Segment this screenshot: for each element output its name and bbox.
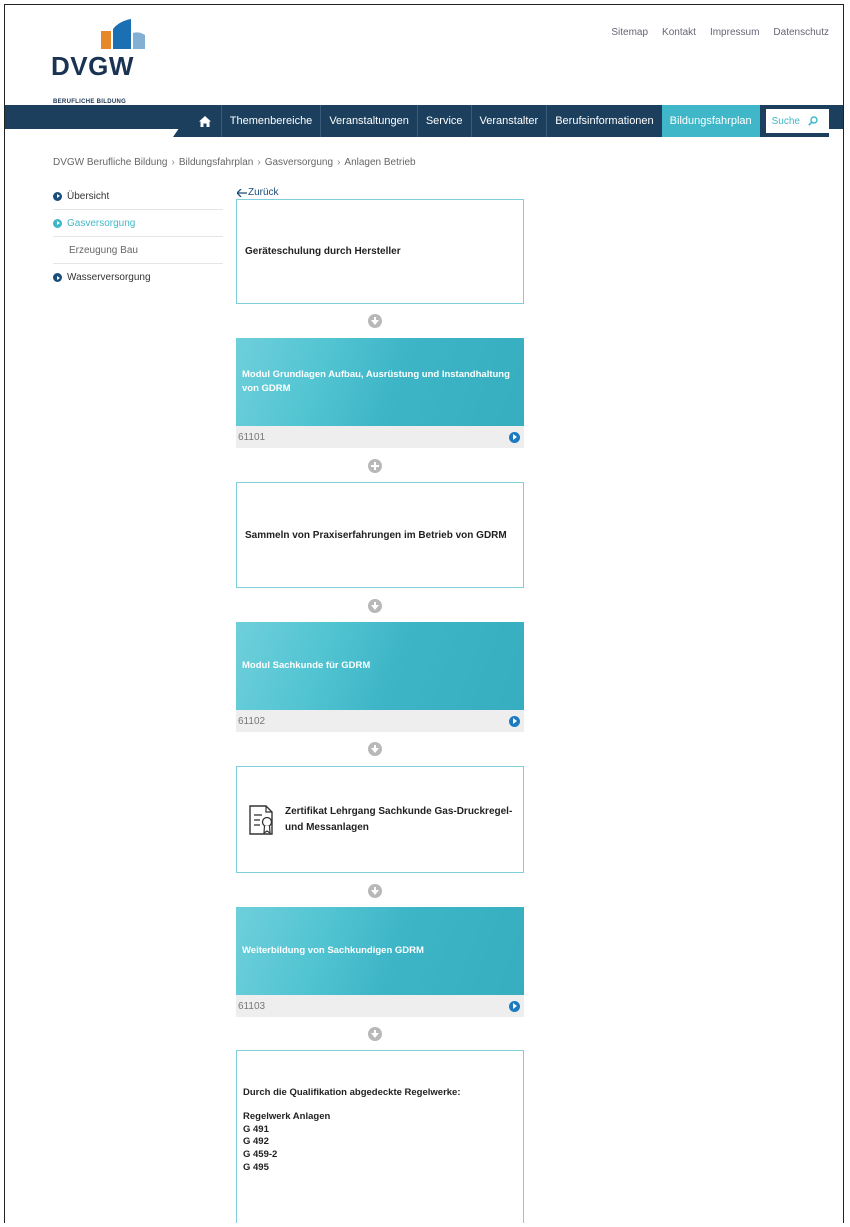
step-title: Geräteschulung durch Hersteller <box>245 246 401 257</box>
nav-themenbereiche[interactable]: Themenbereiche <box>220 105 321 137</box>
back-label: Zurück <box>248 187 279 198</box>
chevron-right-icon <box>53 273 62 282</box>
regelwerk-item: G 459-2 <box>243 1149 278 1161</box>
sidebar: Übersicht Gasversorgung Erzeugung Bau Wa… <box>53 183 223 291</box>
arrow-down-icon <box>368 742 382 756</box>
search-label: Suche <box>771 115 800 127</box>
certificate-title: Zertifikat Lehrgang Sachkunde Gas-Druckr… <box>285 806 513 833</box>
nav-veranstalter[interactable]: Veranstalter <box>470 105 547 137</box>
arrow-down-icon <box>368 884 382 898</box>
sidebar-item-gasversorgung[interactable]: Gasversorgung <box>53 210 223 237</box>
breadcrumb-item[interactable]: DVGW Berufliche Bildung <box>53 157 168 168</box>
kontakt-link[interactable]: Kontakt <box>662 27 696 38</box>
module-code: 61101 <box>238 431 266 443</box>
back-link[interactable]: Zurück <box>237 187 279 198</box>
module-code-bar: 61102 <box>236 710 524 732</box>
sidebar-item-label: Erzeugung Bau <box>69 244 138 256</box>
certificate-card: Zertifikat Lehrgang Sachkunde Gas-Druckr… <box>236 766 524 873</box>
sidebar-item-label: Gasversorgung <box>67 217 136 229</box>
module-title-block[interactable]: Weiterbildung von Sachkundigen GDRM <box>236 907 524 995</box>
arrow-down-icon <box>368 599 382 613</box>
module-card: Modul Grundlagen Aufbau, Ausrüstung und … <box>236 338 524 448</box>
module-title: Modul Grundlagen Aufbau, Ausrüstung und … <box>242 368 510 394</box>
module-title: Weiterbildung von Sachkundigen GDRM <box>242 944 424 956</box>
regelwerke-card: Durch die Qualifikation abgedeckte Regel… <box>236 1050 524 1223</box>
page-frame: DVGW BERUFLICHE BILDUNG Sitemap Kontakt … <box>4 4 844 1223</box>
module-code-bar: 61103 <box>236 995 524 1017</box>
step-card: Geräteschulung durch Hersteller <box>236 199 524 304</box>
regelwerk-item: G 495 <box>243 1162 269 1174</box>
nav-veranstaltungen[interactable]: Veranstaltungen <box>320 105 417 137</box>
sidebar-item-erzeugung-bau[interactable]: Erzeugung Bau <box>53 237 223 264</box>
breadcrumb-separator-icon: › <box>337 157 341 168</box>
arrow-right-circle-icon[interactable] <box>509 715 520 727</box>
sidebar-item-uebersicht[interactable]: Übersicht <box>53 183 223 210</box>
arrow-down-icon <box>368 314 382 328</box>
module-code-bar: 61101 <box>236 426 524 448</box>
logo-wordmark: DVGW <box>51 51 134 81</box>
chevron-right-icon <box>53 191 62 201</box>
home-icon[interactable] <box>193 115 217 127</box>
dvgw-logo[interactable]: DVGW BERUFLICHE BILDUNG <box>51 19 161 109</box>
logo-mark-icon <box>101 19 145 49</box>
sidebar-item-label: Übersicht <box>67 190 110 202</box>
breadcrumb-separator-icon: › <box>171 157 175 168</box>
arrow-left-icon <box>237 188 247 197</box>
search-input[interactable]: Suche <box>765 109 829 133</box>
main-nav: Themenbereiche Veranstaltungen Service V… <box>173 105 829 137</box>
breadcrumb-current: Anlagen Betrieb <box>344 157 416 168</box>
module-title-block[interactable]: Modul Grundlagen Aufbau, Ausrüstung und … <box>236 338 524 426</box>
certificate-icon <box>249 804 273 835</box>
module-code: 61102 <box>238 715 266 727</box>
regelwerke-group: Regelwerk Anlagen <box>243 1110 331 1122</box>
certificate-content: Zertifikat Lehrgang Sachkunde Gas-Druckr… <box>245 803 515 837</box>
arrow-right-circle-icon[interactable] <box>509 1000 520 1012</box>
module-title-block[interactable]: Modul Sachkunde für GDRM <box>236 622 524 710</box>
module-title: Modul Sachkunde für GDRM <box>242 659 371 671</box>
nav-service[interactable]: Service <box>416 105 471 137</box>
plus-circle-icon <box>368 459 382 473</box>
regelwerk-item: G 491 <box>243 1123 269 1135</box>
regelwerk-item: G 492 <box>243 1136 269 1148</box>
sitemap-link[interactable]: Sitemap <box>611 27 648 38</box>
breadcrumb-item[interactable]: Gasversorgung <box>265 157 333 168</box>
arrow-right-circle-icon[interactable] <box>509 431 520 443</box>
arrow-down-icon <box>368 1027 382 1041</box>
sidebar-item-label: Wasserversorgung <box>67 272 151 283</box>
breadcrumb-item[interactable]: Bildungsfahrplan <box>179 157 254 168</box>
breadcrumb: DVGW Berufliche Bildung › Bildungsfahrplan… <box>53 157 416 168</box>
nav-bildungsfahrplan[interactable]: Bildungsfahrplan <box>661 105 760 137</box>
nav-berufsinformationen[interactable]: Berufsinformationen <box>546 105 661 137</box>
module-code: 61103 <box>238 1000 266 1012</box>
regelwerke-heading: Durch die Qualifikation abgedeckte Regel… <box>243 1087 461 1098</box>
search-icon <box>808 116 818 126</box>
breadcrumb-separator-icon: › <box>257 157 261 168</box>
module-card: Weiterbildung von Sachkundigen GDRM 6110… <box>236 907 524 1017</box>
step-card: Sammeln von Praxiserfahrungen im Betrieb… <box>236 482 524 588</box>
module-card: Modul Sachkunde für GDRM 61102 <box>236 622 524 732</box>
datenschutz-link[interactable]: Datenschutz <box>773 27 829 38</box>
sidebar-item-wasserversorgung[interactable]: Wasserversorgung <box>53 264 223 291</box>
step-title: Sammeln von Praxiserfahrungen im Betrieb… <box>245 529 507 541</box>
utility-nav: Sitemap Kontakt Impressum Datenschutz <box>611 27 829 38</box>
chevron-right-icon <box>53 218 62 228</box>
impressum-link[interactable]: Impressum <box>710 27 759 38</box>
